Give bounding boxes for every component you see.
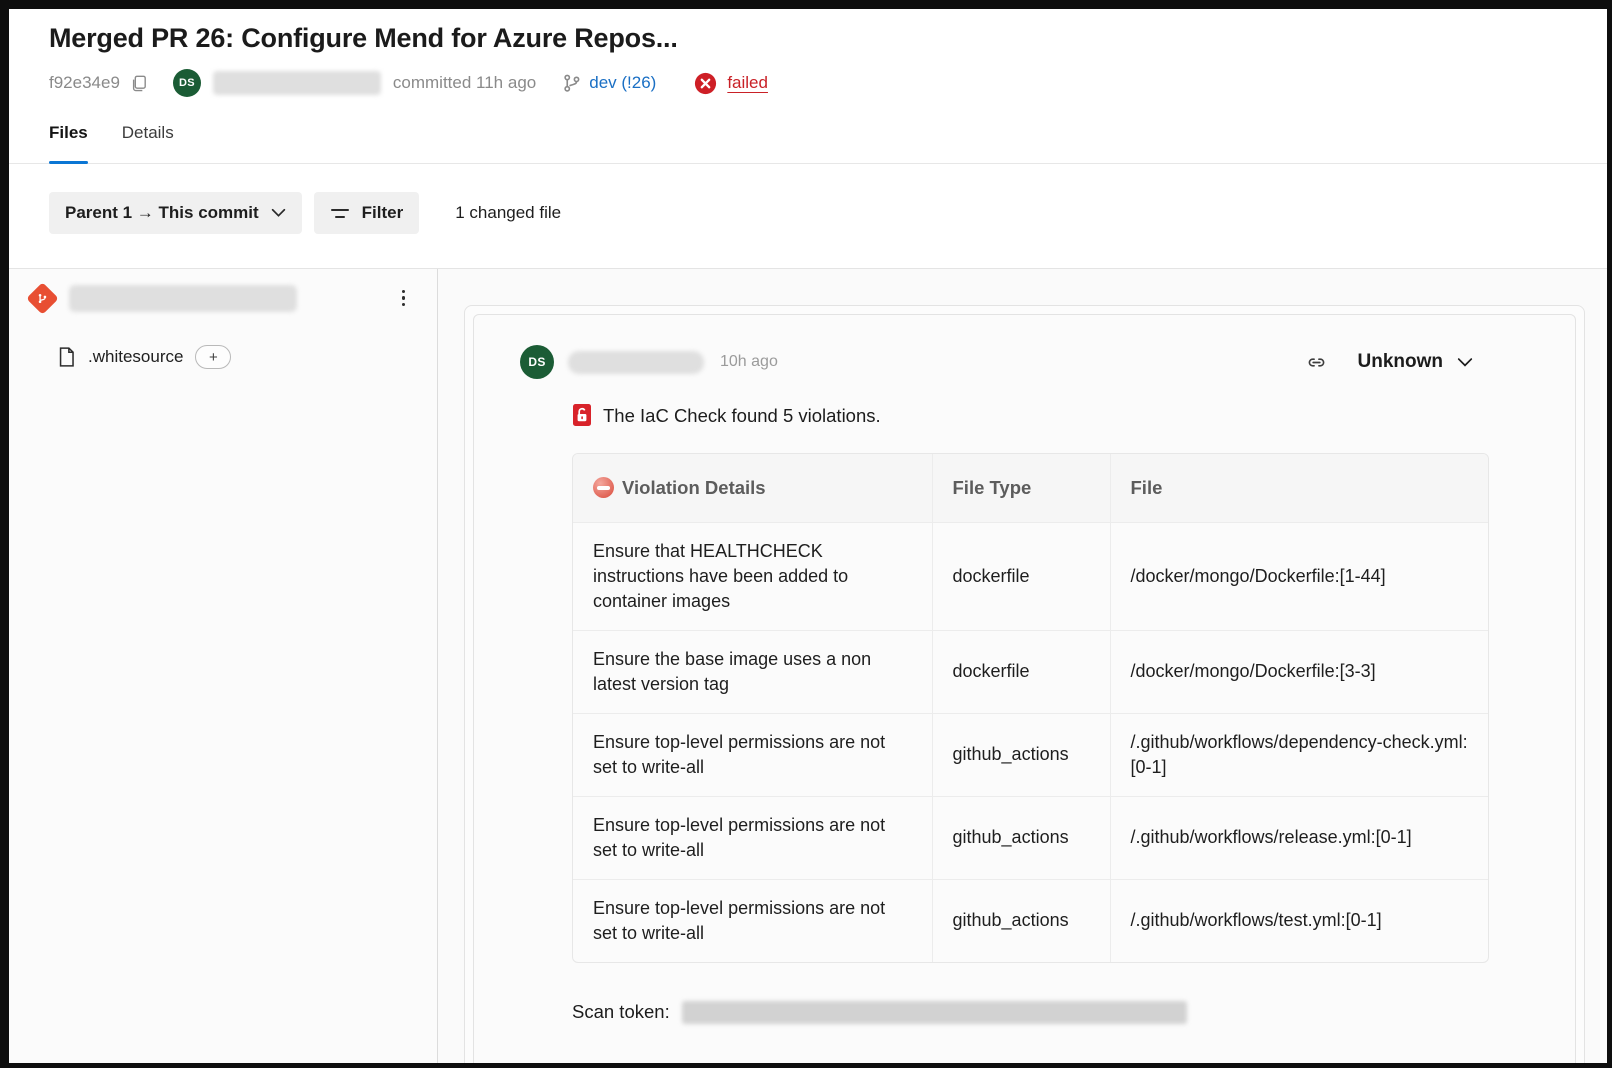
author-name-redacted (213, 71, 381, 95)
comment-thread-container: DS 10h ago (464, 305, 1585, 1068)
main-panel: DS 10h ago (438, 269, 1607, 1063)
copy-comment-link-button[interactable] (1305, 351, 1328, 374)
commit-page: Merged PR 26: Configure Mend for Azure R… (0, 0, 1612, 1068)
table-cell: Ensure top-level permissions are not set… (573, 796, 932, 879)
commit-meta-row: f92e34e9 DS committed 11h ago (49, 69, 1567, 97)
comment-status-dropdown[interactable]: Unknown (1358, 351, 1474, 373)
failed-status-link[interactable]: failed (727, 73, 768, 93)
table-cell: Ensure top-level permissions are not set… (573, 879, 932, 962)
branch-group: dev (!26) (562, 73, 656, 93)
column-header-file-type: File Type (932, 454, 1110, 522)
added-file-badge: + (195, 345, 231, 369)
repo-tree-root[interactable] (25, 281, 421, 315)
changed-files-count: 1 changed file (455, 203, 561, 223)
violations-table-body: Ensure that HEALTHCHECK instructions hav… (573, 522, 1489, 962)
table-cell: /.github/workflows/test.yml:[0-1] (1110, 879, 1489, 962)
table-cell: dockerfile (932, 630, 1110, 713)
copy-hash-button[interactable] (130, 74, 147, 93)
table-cell: github_actions (932, 796, 1110, 879)
table-cell: /.github/workflows/release.yml:[0-1] (1110, 796, 1489, 879)
git-repo-diamond-icon (25, 281, 59, 315)
unlocked-padlock-icon (572, 403, 592, 427)
committed-time: committed 11h ago (393, 73, 536, 93)
content-area: .whitesource + DS 10h ago (9, 268, 1607, 1063)
column-header-violation-details: Violation Details (622, 477, 766, 499)
link-icon (1305, 351, 1328, 374)
repo-name-redacted (69, 285, 297, 312)
table-row: Ensure top-level permissions are not set… (573, 796, 1489, 879)
comment-header: DS 10h ago (520, 345, 1535, 379)
chevron-down-icon (271, 208, 286, 218)
table-row: Ensure the base image uses a non latest … (573, 630, 1489, 713)
branch-link[interactable]: dev (!26) (589, 73, 656, 93)
table-cell: /docker/mongo/Dockerfile:[3-3] (1110, 630, 1489, 713)
table-cell: dockerfile (932, 522, 1110, 630)
table-cell: github_actions (932, 713, 1110, 796)
filter-button-label: Filter (362, 203, 404, 223)
avatar: DS (520, 345, 554, 379)
page-header: Merged PR 26: Configure Mend for Azure R… (9, 9, 1607, 97)
filter-lines-icon (330, 209, 350, 218)
avatar: DS (173, 69, 201, 97)
violations-table: Violation Details File Type File Ensure … (572, 453, 1489, 963)
file-icon (57, 346, 76, 368)
file-tree-sidebar: .whitesource + (9, 269, 438, 1063)
scan-token-row: Scan token: (572, 1001, 1535, 1024)
table-cell: /docker/mongo/Dockerfile:[1-44] (1110, 522, 1489, 630)
comment-message-row: The IaC Check found 5 violations. (572, 403, 1535, 427)
table-cell: Ensure the base image uses a non latest … (573, 630, 932, 713)
table-row: Ensure top-level permissions are not set… (573, 713, 1489, 796)
diff-selector-label: Parent 1 → This commit (65, 203, 259, 223)
table-cell: Ensure top-level permissions are not set… (573, 713, 932, 796)
comment-card: DS 10h ago (473, 314, 1576, 1068)
build-status: failed (694, 72, 768, 95)
no-entry-icon (593, 477, 614, 498)
failed-x-circle-icon (694, 72, 717, 95)
toolbar: Parent 1 → This commit Filter 1 changed … (9, 164, 1607, 268)
copy-icon (130, 74, 147, 93)
comment-author-redacted (568, 351, 704, 374)
tab-bar: Files Details (9, 97, 1607, 164)
chevron-down-icon (1457, 357, 1473, 368)
filter-button[interactable]: Filter (314, 192, 420, 234)
comment-status-value: Unknown (1358, 351, 1444, 373)
table-cell: /.github/workflows/dependency-check.yml:… (1110, 713, 1489, 796)
scan-token-label: Scan token: (572, 1001, 670, 1023)
column-header-file: File (1110, 454, 1489, 522)
scan-token-redacted (682, 1001, 1187, 1024)
comment-timestamp: 10h ago (720, 353, 778, 371)
iac-check-message: The IaC Check found 5 violations. (603, 405, 881, 427)
diff-selector-button[interactable]: Parent 1 → This commit (49, 192, 302, 234)
commit-hash: f92e34e9 (49, 73, 120, 93)
table-row: Ensure that HEALTHCHECK instructions hav… (573, 522, 1489, 630)
git-branch-icon (562, 73, 582, 93)
table-header-row: Violation Details File Type File (573, 454, 1489, 522)
table-cell: Ensure that HEALTHCHECK instructions hav… (573, 522, 932, 630)
table-row: Ensure top-level permissions are not set… (573, 879, 1489, 962)
file-name: .whitesource (88, 347, 183, 367)
kebab-menu-icon[interactable] (402, 290, 406, 307)
tab-details[interactable]: Details (122, 123, 174, 163)
page-title: Merged PR 26: Configure Mend for Azure R… (49, 21, 1567, 55)
table-cell: github_actions (932, 879, 1110, 962)
file-tree-item-whitesource[interactable]: .whitesource + (57, 345, 421, 369)
tab-files[interactable]: Files (49, 123, 88, 163)
